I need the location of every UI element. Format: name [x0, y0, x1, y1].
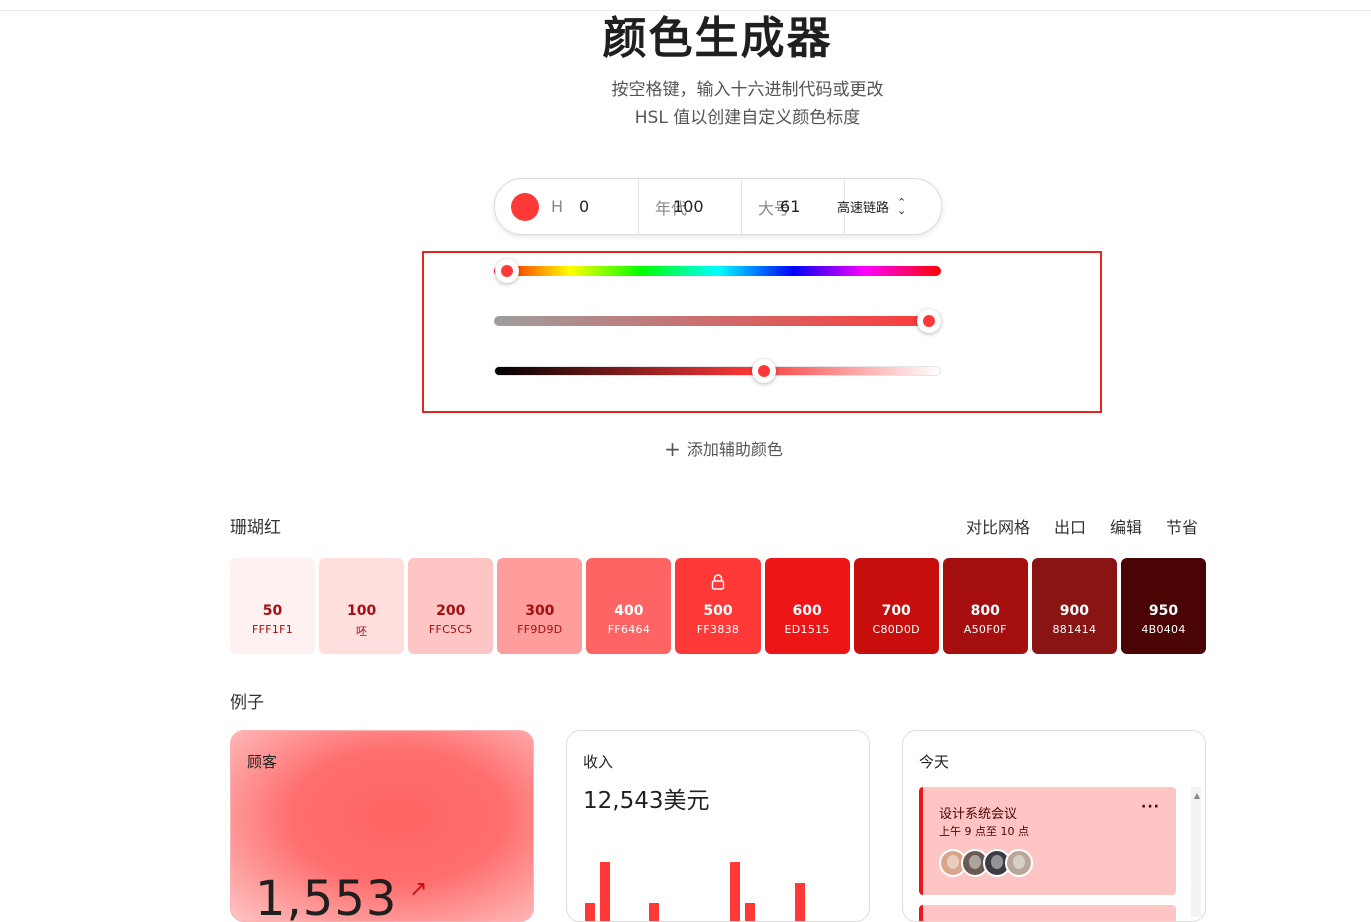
lightness-input[interactable]: 61 [780, 197, 800, 216]
swatch-shade: 200 [436, 603, 466, 619]
color-palette: 50 FFF1F1 100 呸 200 FFC5C5 300 FF9D9D 400 FF6464 5… [230, 558, 1207, 654]
swatch-shade: 800 [970, 603, 1000, 619]
revenue-bar [745, 903, 755, 921]
color-swatch-button[interactable] [511, 193, 539, 221]
lightness-slider-track[interactable] [494, 366, 941, 376]
palette-actions: 对比网格 出口 编辑 节省 [966, 514, 1198, 538]
subtitle-line-1: 按空格键，输入十六进制代码或更改 [611, 80, 884, 100]
swatch-950[interactable]: 950 4B0404 [1120, 558, 1207, 654]
today-title: 今天 [919, 753, 950, 771]
revenue-bar [730, 862, 740, 921]
event-card[interactable]: 设计系统会议 上午 9 点至 10 点 ··· [919, 787, 1176, 895]
avatar [1005, 849, 1033, 877]
swatch-shade: 950 [1148, 603, 1179, 619]
lock-icon[interactable] [711, 574, 725, 590]
lightness-field[interactable]: 大号 61 [741, 179, 845, 234]
lightness-slider-handle[interactable] [752, 359, 776, 383]
customers-card: 顾客 1,553 ↗ [230, 730, 534, 922]
subtitle-line-2: HSL 值以创建自定义颜色标度 [634, 108, 861, 128]
add-secondary-color-button[interactable]: + 添加辅助颜色 [38, 436, 1371, 461]
palette-name: 珊瑚红 [230, 518, 281, 538]
revenue-bar [795, 883, 805, 921]
examples-label: 例子 [230, 693, 264, 713]
edit-button[interactable]: 编辑 [1110, 514, 1142, 538]
scroll-up-icon[interactable]: ▲ [1194, 791, 1200, 800]
swatch-50[interactable]: 50 FFF1F1 [230, 558, 316, 654]
export-button[interactable]: 出口 [1054, 514, 1086, 538]
swatch-hex: FFC5C5 [428, 623, 473, 636]
contrast-grid-button[interactable]: 对比网格 [966, 514, 1030, 538]
revenue-bar [585, 903, 595, 921]
event-title: 设计系统会议 [939, 807, 1018, 822]
attendee-avatars [939, 849, 1033, 877]
chevron-up-down-icon: ⌃ ⌄ [897, 195, 907, 217]
swatch-200[interactable]: 200 FFC5C5 [408, 558, 494, 654]
page-title: 颜色生成器 [602, 13, 833, 64]
hue-slider-handle[interactable] [495, 259, 519, 283]
swatch-hex: FF6464 [607, 623, 651, 636]
swatch-400[interactable]: 400 FF6464 [586, 558, 672, 654]
hue-field[interactable]: H 0 [551, 179, 637, 234]
swatch-hex: 呸 [355, 625, 368, 638]
event-time: 上午 9 点至 10 点 [939, 825, 1029, 838]
swatch-hex: FF3838 [696, 623, 740, 636]
saturation-input[interactable]: 100 [673, 197, 704, 216]
swatch-800[interactable]: 800 A50F0F [942, 558, 1028, 654]
swatch-shade: 100 [347, 603, 377, 619]
more-options-icon[interactable]: ··· [1141, 799, 1160, 815]
swatch-hex: C80D0D [872, 623, 920, 636]
revenue-card: 收入 12,543美元 [566, 730, 870, 922]
color-mode-select[interactable]: 高速链路 ⌃ ⌄ [837, 179, 942, 234]
add-secondary-color-label: 添加辅助颜色 [686, 440, 783, 459]
swatch-shade: 300 [525, 603, 555, 619]
plus-icon: + [664, 437, 681, 461]
hue-input[interactable]: 0 [579, 197, 589, 216]
customers-title: 顾客 [247, 753, 278, 771]
hsl-input-bar: H 0 年代 100 大号 61 高速链路 ⌃ ⌄ [494, 178, 942, 235]
today-card: 今天 设计系统会议 上午 9 点至 10 点 ··· ▲ [902, 730, 1206, 922]
revenue-title: 收入 [583, 753, 614, 771]
swatch-600[interactable]: 600 ED1515 [764, 558, 850, 654]
saturation-field[interactable]: 年代 100 [638, 179, 742, 234]
swatch-shade: 700 [881, 603, 911, 619]
swatch-shade: 400 [614, 603, 644, 619]
saturation-slider-handle[interactable] [917, 309, 941, 333]
hue-slider-track[interactable] [494, 266, 941, 276]
swatch-hex: 881414 [1052, 623, 1097, 636]
revenue-bar [600, 862, 610, 921]
swatch-shade: 900 [1059, 603, 1089, 619]
save-button[interactable]: 节省 [1166, 514, 1198, 538]
swatch-hex: ED1515 [784, 623, 830, 636]
revenue-value: 12,543美元 [583, 788, 710, 814]
scrollbar[interactable] [1191, 787, 1201, 917]
swatch-shade: 500 [703, 603, 733, 619]
revenue-bar [649, 903, 659, 921]
hue-label: H [551, 197, 564, 216]
swatch-hex: A50F0F [963, 623, 1007, 636]
swatch-700[interactable]: 700 C80D0D [853, 558, 939, 654]
event-card[interactable] [919, 905, 1176, 921]
swatch-shade: 600 [792, 603, 822, 619]
color-mode-label: 高速链路 [837, 201, 890, 216]
swatch-hex: FFF1F1 [251, 623, 294, 636]
page-subtitle: 按空格键，输入十六进制代码或更改 HSL 值以创建自定义颜色标度 [62, 76, 1371, 132]
swatch-900[interactable]: 900 881414 [1031, 558, 1117, 654]
customers-value: 1,553 [255, 871, 398, 922]
swatch-500[interactable]: 500 FF3838 [675, 558, 761, 654]
arrow-up-right-icon: ↗ [409, 877, 428, 902]
swatch-shade: 50 [262, 603, 283, 619]
saturation-slider-track[interactable] [494, 316, 941, 326]
swatch-hex: 4B0404 [1141, 623, 1186, 636]
swatch-hex: FF9D9D [517, 623, 563, 636]
swatch-100[interactable]: 100 呸 [319, 558, 405, 654]
swatch-300[interactable]: 300 FF9D9D [497, 558, 583, 654]
